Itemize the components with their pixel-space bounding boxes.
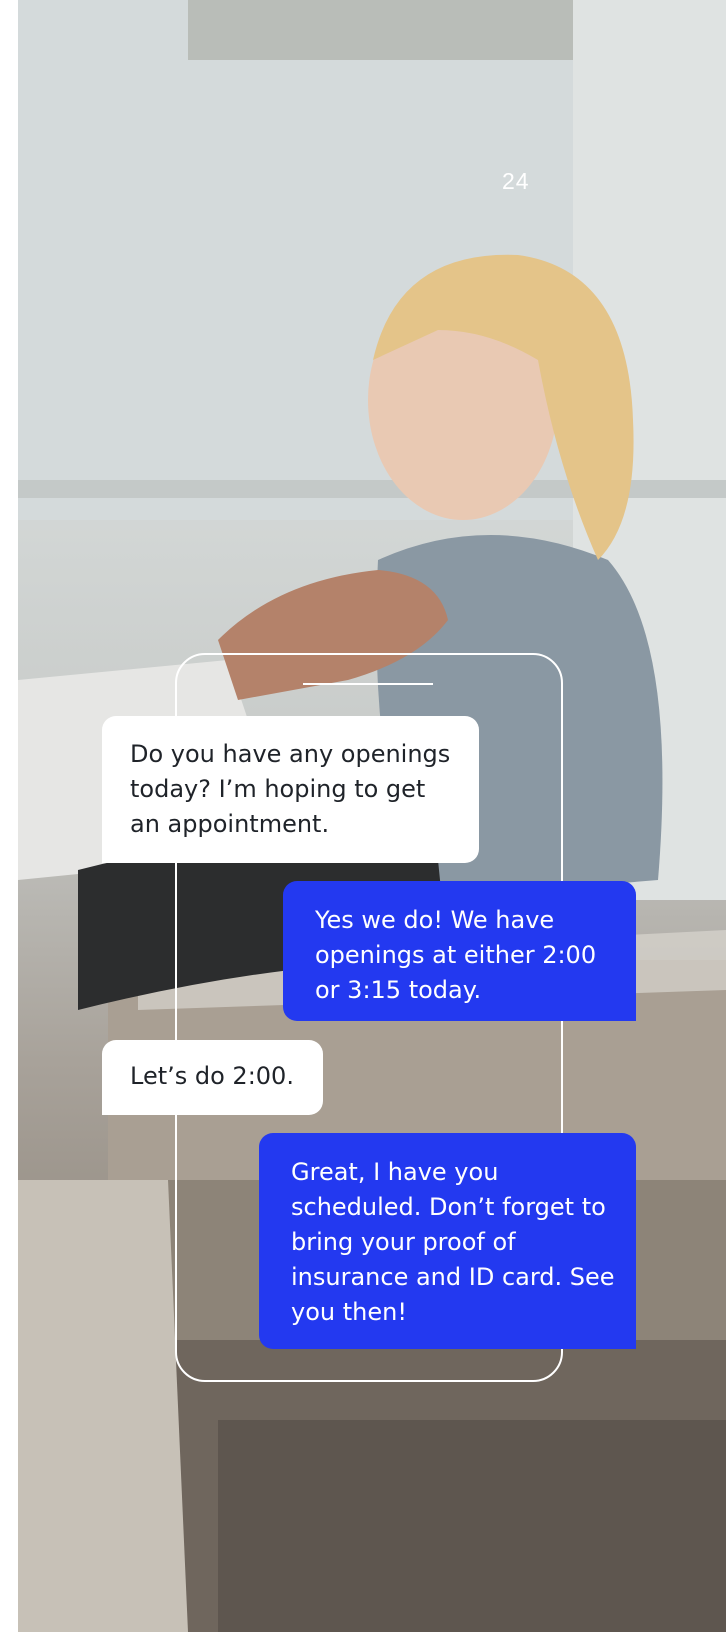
incoming-message: Do you have any openings today? I’m hopi…	[102, 716, 479, 863]
incoming-message: Let’s do 2:00.	[102, 1040, 323, 1115]
outgoing-message: Great, I have you scheduled. Don’t forge…	[259, 1133, 636, 1349]
page-number: 24	[502, 168, 530, 194]
phone-speaker-line	[303, 683, 433, 685]
page: 24 Do you have any openings today? I’m h…	[0, 0, 726, 1632]
ceiling-fixture	[188, 0, 608, 60]
outgoing-message: Yes we do! We have openings at either 2:…	[283, 881, 636, 1021]
cabinet-door	[218, 1420, 726, 1632]
doctor-leg	[18, 1180, 188, 1632]
